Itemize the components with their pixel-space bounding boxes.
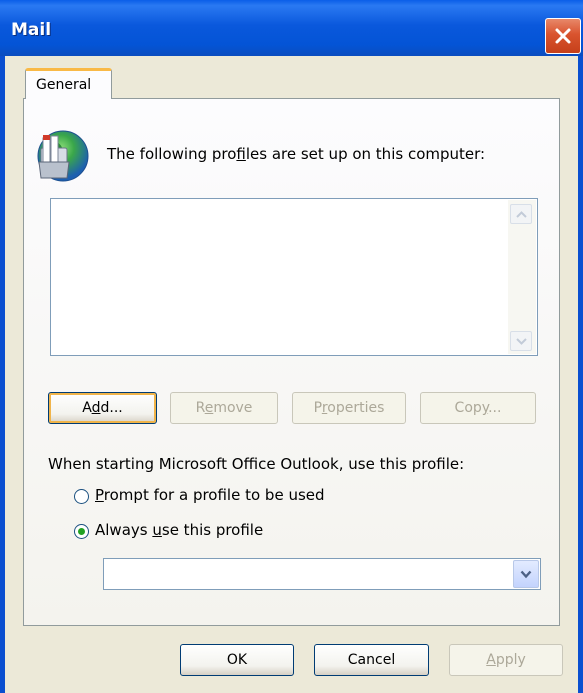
tab-general-label: General xyxy=(36,77,92,93)
close-button[interactable] xyxy=(545,18,581,54)
scroll-up-button[interactable] xyxy=(510,204,532,224)
chevron-up-icon xyxy=(516,211,527,218)
radio-checked-dot xyxy=(78,528,85,535)
always-use-profile-radio[interactable] xyxy=(74,524,89,539)
profiles-intro-text: The following profiles are set up on thi… xyxy=(107,145,486,163)
apply-button[interactable]: Apply xyxy=(449,644,563,676)
properties-button[interactable]: Properties xyxy=(292,392,406,424)
scroll-down-button[interactable] xyxy=(510,331,532,351)
profile-select[interactable] xyxy=(103,558,541,590)
chevron-down-icon xyxy=(516,338,527,345)
profile-list-scrollbar[interactable] xyxy=(508,200,536,354)
prompt-profile-radio[interactable] xyxy=(74,489,89,504)
add-button[interactable]: Add... xyxy=(48,392,157,424)
window-frame-left xyxy=(0,56,5,693)
cancel-button[interactable]: Cancel xyxy=(314,644,429,676)
tab-page-general xyxy=(23,98,560,626)
title-bar[interactable]: Mail xyxy=(0,0,583,56)
remove-button[interactable]: Remove xyxy=(170,392,278,424)
chevron-down-icon xyxy=(520,570,532,579)
always-use-profile-label[interactable]: Always use this profile xyxy=(95,521,263,539)
mail-profiles-icon xyxy=(37,130,89,182)
close-icon xyxy=(555,28,571,44)
startup-label: When starting Microsoft Office Outlook, … xyxy=(48,455,465,473)
tab-general[interactable]: General xyxy=(25,68,112,99)
mail-dialog: Mail General The following profiles are … xyxy=(0,0,583,693)
ok-button[interactable]: OK xyxy=(180,644,294,676)
copy-button[interactable]: Copy... xyxy=(420,392,536,424)
profile-select-dropdown-button[interactable] xyxy=(513,560,539,588)
window-title: Mail xyxy=(11,20,52,40)
window-frame-right xyxy=(578,56,583,693)
profile-list[interactable] xyxy=(50,198,538,356)
prompt-profile-label[interactable]: Prompt for a profile to be used xyxy=(95,486,325,504)
